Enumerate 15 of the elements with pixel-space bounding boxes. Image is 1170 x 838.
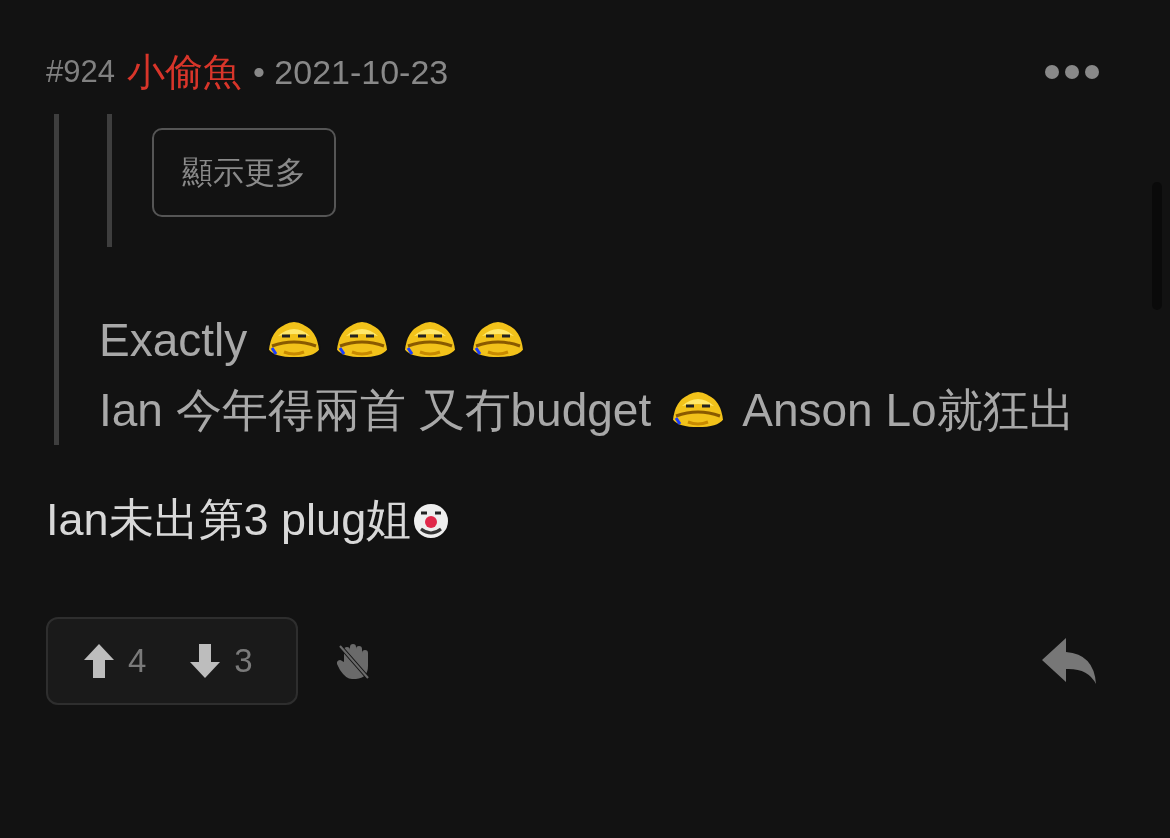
hand-slash-icon[interactable] [336,642,370,680]
post-text: Ian未出第3 plug姐 [46,494,412,545]
quote-text: Anson Lo就狂出 [741,384,1075,436]
reply-icon[interactable] [1042,638,1098,684]
downvote-button[interactable]: 3 [190,642,253,680]
show-more-button[interactable]: 顯示更多 [152,128,336,217]
up-arrow-icon [84,644,114,678]
post-date: • 2021-10-23 [252,52,449,92]
quote-text: Ian 今年得兩首 又冇budget [99,384,653,436]
post-number: #924 [46,54,115,90]
quote-text: Exactly [99,314,249,366]
upvote-button[interactable]: 4 [84,642,147,680]
down-arrow-icon [190,644,221,678]
author-name[interactable]: 小偷魚 [126,46,241,98]
more-options-icon[interactable] [1044,64,1100,80]
